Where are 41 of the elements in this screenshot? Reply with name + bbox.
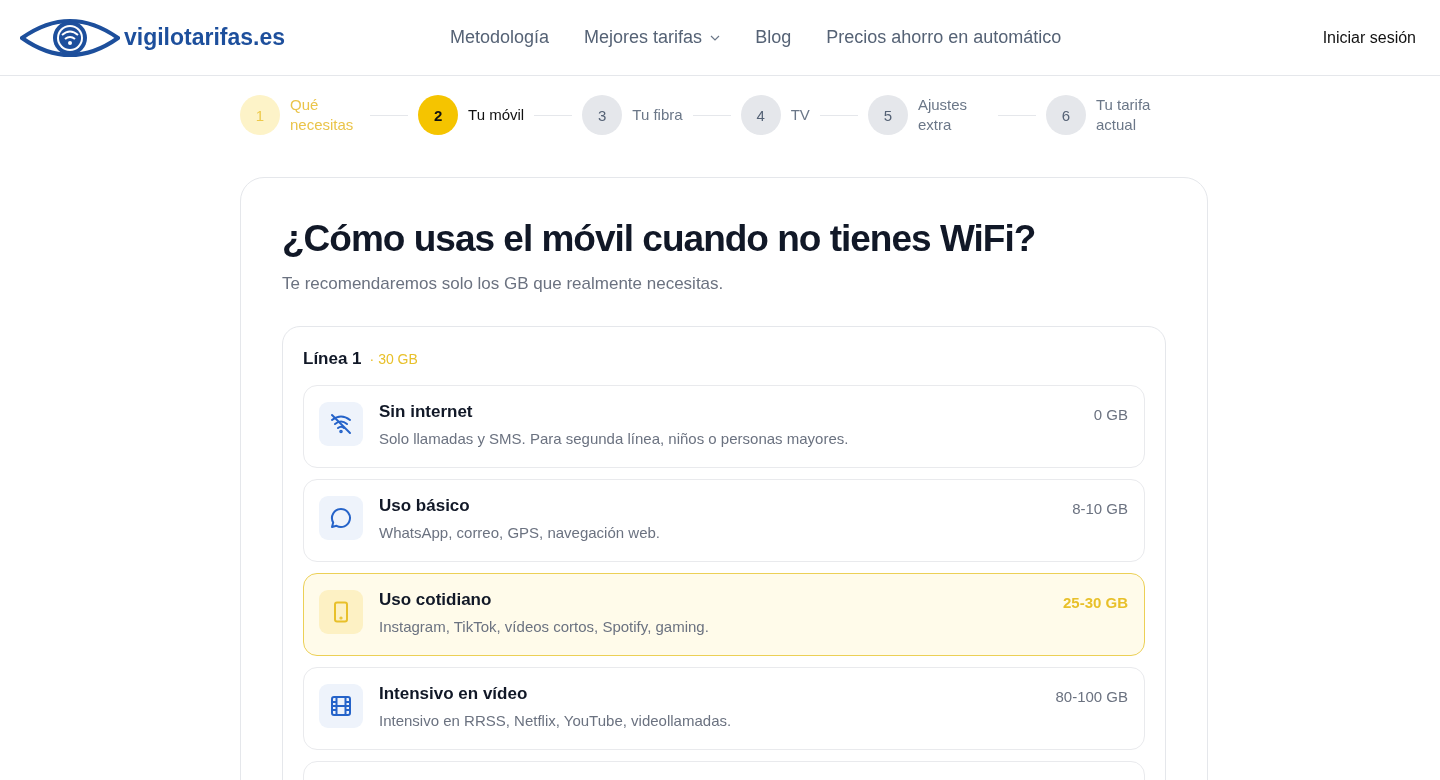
login-link[interactable]: Iniciar sesión [1322, 28, 1416, 47]
option-amount: 8-10 GB [1072, 499, 1128, 517]
logo-text[interactable]: vigilotarifas.es [124, 24, 286, 51]
option-description: Intensivo en RRSS, Netflix, YouTube, videollamadas. [379, 712, 733, 729]
film-icon [329, 694, 353, 718]
wifi-off-icon [329, 412, 353, 436]
step-number: 6 [1046, 95, 1086, 135]
option-title: Sin internet [379, 402, 474, 422]
nav-link[interactable]: Precios ahorro en automático [826, 27, 1062, 48]
step-label[interactable]: Tu tarifa actual [1096, 95, 1166, 135]
chat-bubble-icon [329, 506, 353, 530]
option-description: Solo llamadas y SMS. Para segunda línea, niños o personas mayores. [379, 430, 850, 447]
step-label[interactable]: TV [790, 105, 810, 125]
option-amount: 0 GB [1093, 405, 1128, 423]
nav-link[interactable]: Metodología [450, 27, 550, 48]
step-label[interactable]: Ajustes extra [917, 95, 988, 135]
option-amount: 80-100 GB [1055, 687, 1128, 705]
usage-option[interactable]: Uso básico WhatsApp, correo, GPS, navegación web. 8-10 GB [303, 479, 1145, 562]
step-number: 4 [740, 95, 781, 135]
step-label[interactable]: Tu fibra [632, 105, 683, 125]
option-description: Instagram, TikTok, vídeos cortos, Spotify, gaming. [379, 618, 710, 635]
line-summary: · 30 GB [369, 351, 418, 367]
option-title: Intensivo en vídeo [379, 684, 529, 704]
option-title: Uso básico [379, 496, 471, 516]
step-number: 5 [867, 95, 908, 135]
option-amount: 25-30 GB [1062, 593, 1128, 611]
usage-option[interactable]: Uso cotidiano Instagram, TikTok, vídeos cortos, Spotify, gaming. 25-30 GB [303, 573, 1145, 656]
step-number: 1 [240, 95, 280, 135]
question-title: ¿Cómo usas el móvil cuando no tienes WiFi? [282, 218, 1037, 260]
step-number: 3 [582, 95, 623, 135]
line-title: Línea 1 [303, 349, 362, 369]
nav-link[interactable]: Mejores tarifas [584, 27, 721, 48]
question-subtitle: Te recomendaremos solo los GB que realmente necesitas. [282, 274, 725, 294]
option-title: Uso cotidiano [379, 590, 493, 610]
nav-link[interactable]: Blog [755, 27, 792, 48]
step-number: 2 [418, 95, 459, 135]
usage-option[interactable]: Intensivo en vídeo Intensivo en RRSS, Netflix, YouTube, videollamadas. 80-100 GB [303, 667, 1145, 750]
usage-option[interactable]: Sin internet Solo llamadas y SMS. Para segunda línea, niños o personas mayores. 0 GB [303, 385, 1145, 468]
chevron-down-icon [710, 34, 721, 41]
step-label[interactable]: Tu móvil [468, 105, 525, 125]
option-description: WhatsApp, correo, GPS, navegación web. [379, 524, 661, 541]
